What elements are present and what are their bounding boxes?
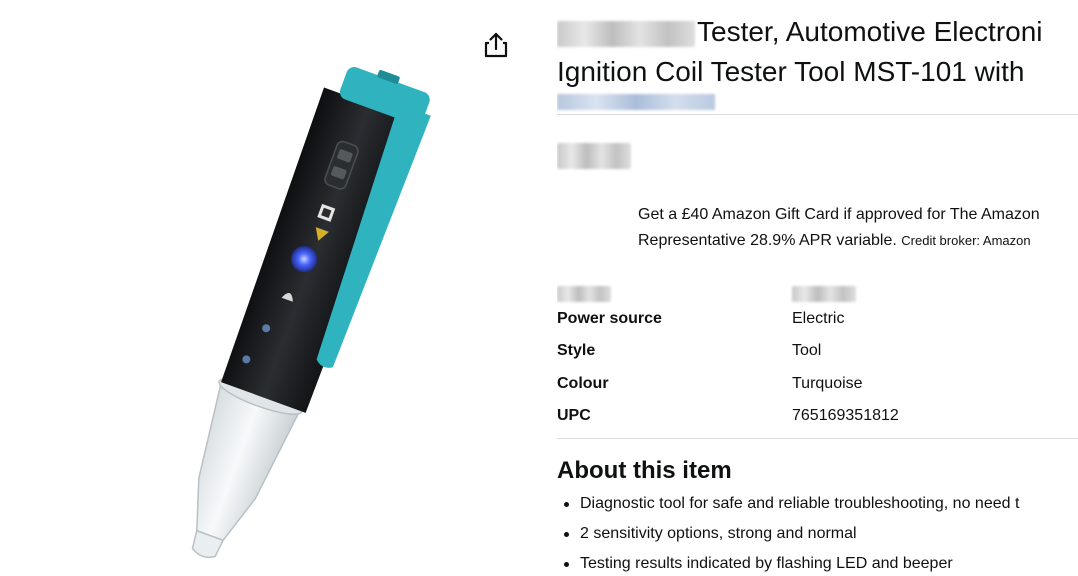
list-item: 2 sensitivity options, strong and normal — [557, 519, 1019, 549]
spec-value: Turquoise — [792, 375, 863, 392]
credit-offer-apr: Representative 28.9% APR variable. — [638, 232, 902, 249]
spec-value: 765169351812 — [792, 407, 899, 424]
product-title-line2: Ignition Coil Tester Tool MST-101 with — [557, 56, 1025, 87]
image-gallery — [0, 0, 540, 576]
spec-key: Style — [557, 342, 596, 359]
spec-value: Electric — [792, 310, 845, 327]
spec-row: Colour Turquoise — [557, 368, 1078, 400]
redacted-brand — [557, 20, 695, 47]
divider-top — [557, 114, 1078, 115]
store-link-redacted[interactable] — [557, 94, 715, 110]
spec-row: UPC 765169351812 — [557, 400, 1078, 432]
spec-row: Style Tool — [557, 335, 1078, 367]
credit-offer-line1: Get a £40 Amazon Gift Card if approved f… — [638, 206, 1040, 223]
feature-bullets: Diagnostic tool for safe and reliable tr… — [557, 489, 1019, 576]
spec-key: Power source — [557, 310, 662, 327]
credit-broker: Credit broker: Amazon — [901, 233, 1031, 248]
product-title-line1: Tester, Automotive Electroni — [697, 16, 1043, 47]
product-details: Tester, Automotive Electroni Ignition Co… — [557, 0, 1078, 576]
spec-row — [557, 274, 1078, 306]
product-title: Tester, Automotive Electroni Ignition Co… — [557, 12, 1043, 92]
spec-value-redacted — [792, 274, 856, 306]
share-icon — [484, 32, 508, 58]
tester-body — [221, 87, 417, 413]
spec-key-redacted — [557, 274, 611, 306]
spec-key: Colour — [557, 375, 609, 392]
price-redacted — [557, 143, 631, 169]
share-button[interactable] — [482, 30, 510, 60]
list-item: Diagnostic tool for safe and reliable tr… — [557, 489, 1019, 519]
spec-value: Tool — [792, 342, 822, 359]
credit-offer-line2: Representative 28.9% APR variable. Credi… — [638, 228, 1040, 254]
spec-key: UPC — [557, 407, 591, 424]
list-item: Testing results indicated by flashing LE… — [557, 549, 1019, 576]
about-heading: About this item — [557, 457, 732, 484]
divider-bottom — [557, 438, 1078, 439]
product-image[interactable] — [0, 0, 540, 576]
product-page: Tester, Automotive Electroni Ignition Co… — [0, 0, 1078, 576]
spec-row: Power source Electric — [557, 303, 1078, 335]
credit-offer[interactable]: Get a £40 Amazon Gift Card if approved f… — [638, 202, 1040, 254]
